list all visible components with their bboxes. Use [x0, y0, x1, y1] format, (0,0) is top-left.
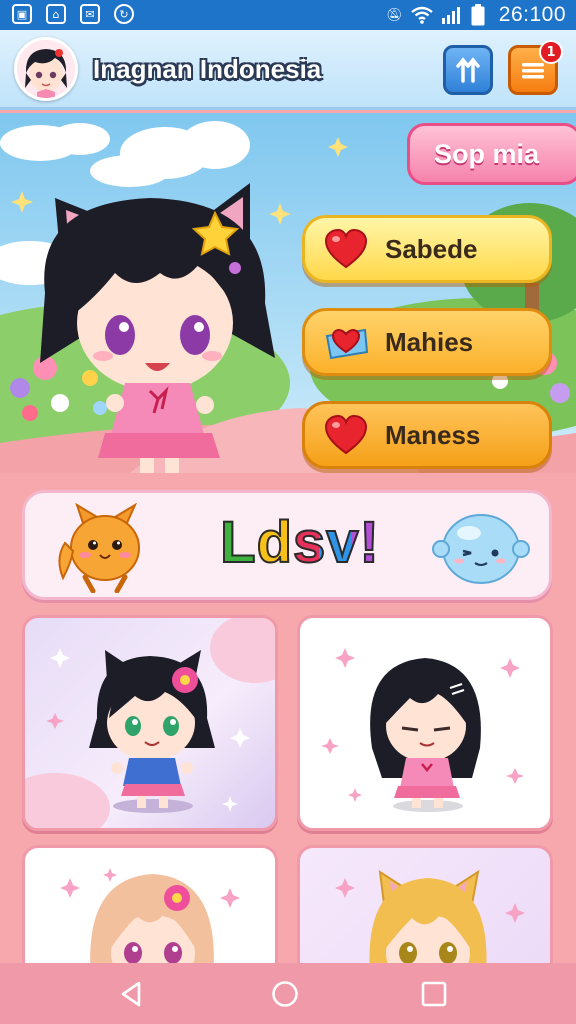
action-button-sabede[interactable]: Sabede [302, 215, 552, 283]
recents-button[interactable] [417, 977, 451, 1011]
orange-cat-mascot-icon [58, 503, 140, 593]
recents-icon [421, 981, 447, 1007]
sort-button[interactable] [443, 45, 493, 95]
clock: 26:100 [498, 3, 566, 26]
home-button[interactable] [268, 977, 302, 1011]
navigation-bar [0, 963, 576, 1024]
back-button[interactable] [115, 977, 149, 1011]
character-portrait [321, 648, 524, 812]
event-banner[interactable]: Ldsv! [22, 490, 552, 600]
sort-icon [456, 57, 480, 83]
status-bar: ▣ ⌂ ✉ ↻ 🔕︎ 26:100 [0, 0, 576, 30]
character-card-1[interactable] [22, 615, 278, 831]
action-label: Sabede [385, 233, 478, 264]
home-icon: ⌂ [46, 4, 66, 24]
avatar[interactable] [14, 37, 78, 101]
menu-button[interactable]: 1 [508, 40, 563, 95]
banner-title-text: Ldsv! [219, 509, 380, 576]
app-title: Inagnan Indonesia [93, 54, 322, 84]
wifi-icon [411, 6, 433, 24]
heart-icon [323, 229, 369, 269]
battery-icon [471, 4, 485, 26]
notification-badge: 1 [539, 40, 563, 64]
blue-bubble-mascot-icon [432, 514, 530, 584]
action-label: Maness [385, 419, 481, 450]
image-icon: ▣ [12, 4, 32, 24]
action-label: Mahies [385, 326, 474, 357]
character-card-2[interactable] [297, 615, 553, 831]
signal-icon [441, 7, 460, 24]
banner-title: Ldsv! [205, 509, 395, 576]
heart-icon [323, 415, 369, 455]
action-button-mahies[interactable]: Mahies [302, 308, 552, 376]
sync-icon: ↻ [114, 4, 134, 24]
menu-icon [522, 63, 544, 79]
app-header: Inagnan Indonesia 1 [0, 30, 576, 110]
shop-button[interactable]: Sop mia [407, 123, 576, 185]
mute-icon: 🔕︎ [386, 7, 403, 23]
heart-box-icon [323, 322, 369, 362]
action-button-maness[interactable]: Maness [302, 401, 552, 469]
mail-icon: ✉ [80, 4, 100, 24]
back-icon [121, 981, 141, 1007]
home-icon [272, 981, 298, 1007]
character-portrait [25, 618, 275, 828]
